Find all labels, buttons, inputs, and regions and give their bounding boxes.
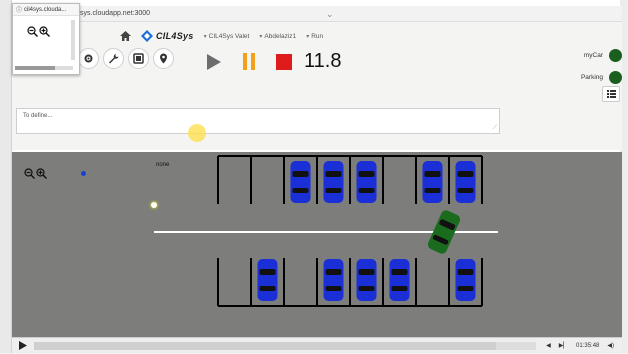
top-slot-car [422, 161, 443, 203]
gear-icon [84, 54, 93, 63]
nav-item-label: Run [311, 32, 324, 40]
logo-text: CIL4Sys [156, 31, 194, 41]
define-placeholder: To define... [23, 113, 53, 119]
logo[interactable]: CIL4Sys [141, 30, 194, 42]
nav-item-label: CIL4Sys Valet [208, 32, 250, 40]
play-icon [19, 341, 27, 350]
nav-item-label: Abdelaziz1 [264, 32, 297, 40]
play-icon[interactable] [206, 53, 222, 71]
top-panel: CIL4Sys ▾ CIL4Sys Valet ▾ Abdelaziz1 ▾ R… [12, 22, 622, 150]
bottom-slot-car [455, 259, 476, 301]
video-progress-fill [34, 341, 496, 350]
stop-icon[interactable] [276, 53, 292, 70]
bottom-slot-car [257, 259, 278, 301]
video-button[interactable] [128, 48, 149, 69]
film-icon [133, 53, 144, 64]
nav-item-project[interactable]: ▾ CIL4Sys Valet [204, 33, 250, 40]
settings-button[interactable] [78, 48, 99, 69]
app-window: sys.cloudapp.net:3000 ⌄ CIL4Sys ▾ CIL4Sy… [0, 0, 628, 353]
ego-car [427, 210, 461, 254]
forward-icon[interactable]: ▶▏ [559, 342, 568, 349]
video-progress[interactable] [34, 341, 537, 350]
popup-title-bar: ⓘ cil4sys.clouda... [13, 4, 79, 16]
status-panel: myCar Parking [562, 46, 622, 90]
info-icon: ⓘ [16, 8, 23, 14]
logo-diamond-icon [141, 30, 153, 42]
define-textarea[interactable]: To define... ⟋ [16, 108, 500, 134]
resize-handle-icon[interactable]: ⟋ [493, 125, 497, 132]
popup-title: cil4sys.clouda... [24, 6, 67, 13]
video-extra-controls: ◀ ▶▏ 01:35:48 ◀) [546, 342, 614, 350]
bottom-slot-car [323, 259, 344, 301]
status-label: myCar [583, 51, 603, 59]
nav-item-user[interactable]: ▾ Abdelaziz1 [259, 33, 296, 40]
list-button[interactable] [602, 86, 620, 102]
video-controls: ◀ ▶▏ 01:35:48 ◀) [12, 337, 622, 353]
popup-vertical-scrollbar[interactable] [71, 20, 75, 60]
run-icon: ▾ [306, 33, 310, 40]
popup-horizontal-scrollbar[interactable] [15, 66, 73, 70]
location-button[interactable] [153, 48, 174, 69]
top-slot-car [323, 161, 344, 203]
playback-controls: 11.8 [206, 50, 341, 73]
bottom-slot-car [356, 259, 377, 301]
map-pin-icon [160, 53, 167, 64]
top-slot-car [290, 161, 311, 203]
left-gutter [0, 0, 12, 353]
status-indicator [609, 70, 622, 84]
status-row-parking: Parking [562, 68, 622, 86]
user-icon: ▾ [259, 33, 263, 40]
nav-item-run[interactable]: ▾ Run [306, 33, 323, 40]
zoom-popup-window[interactable]: ⓘ cil4sys.clouda... [12, 3, 80, 75]
parking-lots [217, 155, 483, 307]
home-icon[interactable] [120, 31, 131, 41]
car-icon: ▾ [203, 33, 207, 40]
zoom-out-icon[interactable] [27, 26, 38, 37]
parking-scene[interactable]: none [12, 152, 622, 337]
url-text: sys.cloudapp.net:3000 [80, 10, 151, 17]
top-slot-car [356, 161, 377, 203]
rewind-icon[interactable]: ◀ [546, 342, 551, 349]
scrollbar-thumb[interactable] [15, 66, 55, 70]
status-row-mycar: myCar [562, 46, 622, 64]
bottom-slot-car [389, 259, 410, 301]
simulation-time: 11.8 [304, 50, 342, 72]
status-indicator [609, 48, 622, 62]
video-time: 01:35:48 [576, 342, 600, 349]
tool-buttons [78, 48, 174, 69]
cursor-highlight [188, 124, 206, 142]
popup-zoom-controls [27, 26, 50, 37]
status-label: Parking [580, 73, 603, 81]
url-bar[interactable]: sys.cloudapp.net:3000 ⌄ [12, 6, 622, 22]
wrench-icon [109, 54, 119, 64]
pause-icon[interactable] [242, 53, 256, 70]
volume-icon[interactable]: ◀) [607, 342, 614, 349]
top-slot-car [455, 161, 476, 203]
zoom-in-icon[interactable] [39, 26, 50, 37]
video-play-button[interactable] [12, 338, 34, 354]
breadcrumb: CIL4Sys ▾ CIL4Sys Valet ▾ Abdelaziz1 ▾ R… [120, 26, 323, 46]
chevron-down-icon[interactable]: ⌄ [326, 6, 334, 22]
tools-button[interactable] [103, 48, 124, 69]
list-icon [606, 90, 616, 98]
